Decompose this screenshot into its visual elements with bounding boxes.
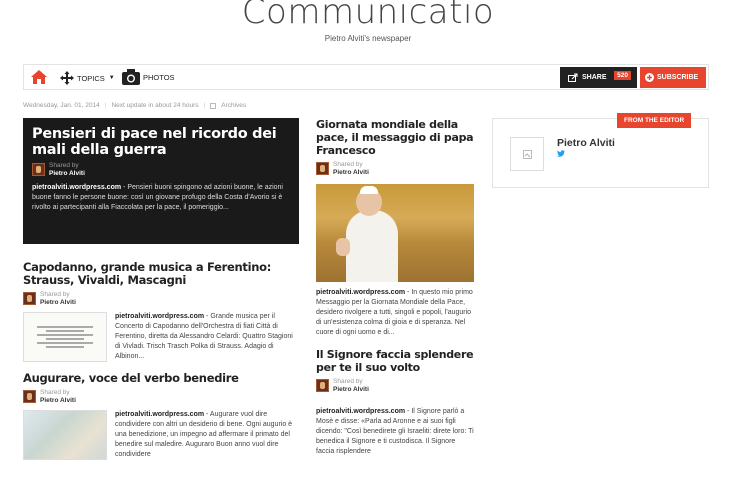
plus-circle-icon (645, 73, 654, 82)
author-avatar[interactable] (32, 163, 45, 176)
source-link[interactable]: pietroalviti.wordpress.com (115, 313, 204, 320)
excerpt-text: - Augurare vuol dire condividere con alt… (115, 411, 293, 458)
camera-icon (122, 69, 140, 85)
shared-by: Shared by Pietro Alviti (316, 378, 474, 393)
photos-label: PHOTOS (143, 72, 175, 82)
article-headline[interactable]: Il Signore faccia splendere per te il su… (316, 348, 474, 374)
masthead: Communicatio Pietro Alviti's newspaper (0, 0, 736, 43)
chevron-down-icon: ▼ (108, 75, 115, 81)
article-excerpt: pietroalviti.wordpress.com - Pensieri bu… (32, 183, 290, 213)
shared-by-label: Shared by (333, 161, 363, 168)
excerpt-text: - Il Signore parlò a Mosè e disse: «Parl… (316, 408, 474, 455)
current-date: Wednesday, Jan. 01, 2014 (23, 102, 100, 109)
author-name[interactable]: Pietro Alviti (40, 299, 76, 307)
share-label: SHARE (582, 74, 607, 81)
shared-by: Shared by Pietro Alviti (23, 291, 299, 306)
archives-link[interactable]: Archives (221, 102, 246, 109)
shared-by: Shared by Pietro Alviti (316, 161, 474, 176)
author-name[interactable]: Pietro Alviti (333, 386, 369, 394)
author-avatar[interactable] (23, 292, 36, 305)
shared-by: Shared by Pietro Alviti (23, 389, 299, 404)
author-avatar[interactable] (23, 390, 36, 403)
calendar-icon (210, 102, 217, 109)
concert-poster-thumbnail[interactable] (23, 312, 107, 362)
from-the-editor-tag: FROM THE EDITOR (617, 113, 692, 128)
article-body: pietroalviti.wordpress.com - Grande musi… (23, 312, 299, 362)
move-arrows-icon (60, 71, 74, 85)
share-icon (568, 73, 578, 82)
photos-link[interactable]: PHOTOS (122, 68, 175, 86)
flowers-thumbnail[interactable] (23, 410, 107, 460)
article-excerpt: pietroalviti.wordpress.com - Grande musi… (115, 312, 299, 362)
source-link[interactable]: pietroalviti.wordpress.com (316, 408, 405, 415)
source-link[interactable]: pietroalviti.wordpress.com (32, 184, 121, 191)
editor-name[interactable]: Pietro Alviti (557, 137, 615, 149)
from-the-editor-box: FROM THE EDITOR Pietro Alviti (492, 113, 709, 188)
source-link[interactable]: pietroalviti.wordpress.com (115, 411, 204, 418)
article-card: Augurare, voce del verbo benedire Shared… (23, 372, 299, 460)
shared-by-label: Shared by (49, 162, 79, 169)
source-link[interactable]: pietroalviti.wordpress.com (316, 289, 405, 296)
share-button[interactable]: SHARE 520 (560, 67, 637, 88)
site-tagline: Pietro Alviti's newspaper (324, 34, 412, 43)
topics-label: TOPICS (77, 73, 105, 83)
shared-by-label: Shared by (40, 291, 70, 298)
pope-francesco-photo[interactable] (316, 184, 474, 282)
author-name[interactable]: Pietro Alviti (40, 397, 76, 405)
article-excerpt: pietroalviti.wordpress.com - In questo m… (316, 288, 474, 338)
twitter-icon[interactable] (557, 150, 565, 157)
topics-menu[interactable]: TOPICS ▼ (60, 69, 115, 87)
article-headline[interactable]: Capodanno, grande musica a Ferentino: St… (23, 261, 299, 287)
left-column: Pensieri di pace nel ricordo dei mali de… (23, 118, 299, 460)
article-body: pietroalviti.wordpress.com - Augurare vu… (23, 410, 299, 460)
shared-by-label: Shared by (333, 378, 363, 385)
next-update-text: Next update in about 24 hours (111, 102, 199, 109)
excerpt-text: - In questo mio primo Messaggio per la G… (316, 289, 473, 336)
article-card: Il Signore faccia splendere per te il su… (316, 348, 474, 457)
divider: | (203, 102, 206, 109)
featured-article[interactable]: Pensieri di pace nel ricordo dei mali de… (23, 118, 299, 244)
divider: | (104, 102, 107, 109)
home-icon[interactable] (30, 69, 48, 85)
author-name[interactable]: Pietro Alviti (49, 170, 85, 178)
article-card: Capodanno, grande musica a Ferentino: St… (23, 261, 299, 362)
article-excerpt: pietroalviti.wordpress.com - Il Signore … (316, 407, 474, 457)
shared-by-label: Shared by (40, 389, 70, 396)
top-navbar: TOPICS ▼ PHOTOS SHARE 520 SUBSCRIBE (23, 64, 709, 90)
article-headline[interactable]: Giornata mondiale della pace, il messagg… (316, 118, 474, 157)
excerpt-text: - Grande musica per il Concerto di Capod… (115, 313, 293, 360)
author-avatar[interactable] (316, 379, 329, 392)
middle-column: Giornata mondiale della pace, il messagg… (316, 118, 474, 465)
site-title[interactable]: Communicatio (0, 0, 736, 29)
subscribe-button[interactable]: SUBSCRIBE (640, 67, 706, 88)
article-excerpt: pietroalviti.wordpress.com - Augurare vu… (115, 410, 299, 460)
author-name[interactable]: Pietro Alviti (333, 169, 369, 177)
info-bar: Wednesday, Jan. 01, 2014 | Next update i… (23, 102, 493, 109)
subscribe-label: SUBSCRIBE (657, 74, 699, 81)
share-count-badge: 520 (614, 71, 631, 80)
article-headline[interactable]: Pensieri di pace nel ricordo dei mali de… (32, 126, 290, 158)
editor-avatar[interactable] (510, 137, 544, 171)
article-headline[interactable]: Augurare, voce del verbo benedire (23, 372, 299, 385)
shared-by: Shared by Pietro Alviti (32, 162, 290, 177)
article-card: Giornata mondiale della pace, il messagg… (316, 118, 474, 338)
broken-image-icon (522, 149, 532, 159)
author-avatar[interactable] (316, 162, 329, 175)
